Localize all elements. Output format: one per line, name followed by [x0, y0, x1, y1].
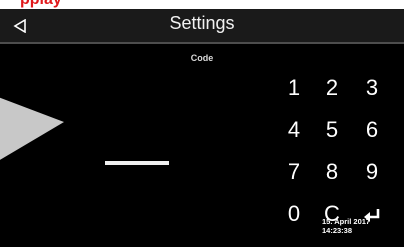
- title-bar: Settings: [0, 9, 404, 44]
- partial-heading-text: pplay: [20, 0, 62, 9]
- key-7[interactable]: 7: [281, 157, 307, 187]
- code-input-field[interactable]: [105, 161, 169, 165]
- key-1[interactable]: 1: [281, 73, 307, 103]
- key-2[interactable]: 2: [319, 73, 345, 103]
- status-datetime: 15. April 2017 14:23:38: [322, 217, 370, 235]
- key-3[interactable]: 3: [359, 73, 385, 103]
- key-8[interactable]: 8: [319, 157, 345, 187]
- page-title: Settings: [169, 13, 235, 33]
- code-label: Code: [190, 53, 214, 63]
- key-5[interactable]: 5: [319, 115, 345, 145]
- key-4[interactable]: 4: [281, 115, 307, 145]
- settings-screen: Settings Code 1 2 3 4 5 6 7 8 9 0 C 15. …: [0, 9, 404, 247]
- key-0[interactable]: 0: [281, 199, 307, 229]
- key-9[interactable]: 9: [359, 157, 385, 187]
- status-date: 15. April 2017: [322, 217, 371, 226]
- side-arrow-icon: [0, 97, 64, 160]
- key-6[interactable]: 6: [359, 115, 385, 145]
- status-time: 14:23:38: [322, 226, 353, 235]
